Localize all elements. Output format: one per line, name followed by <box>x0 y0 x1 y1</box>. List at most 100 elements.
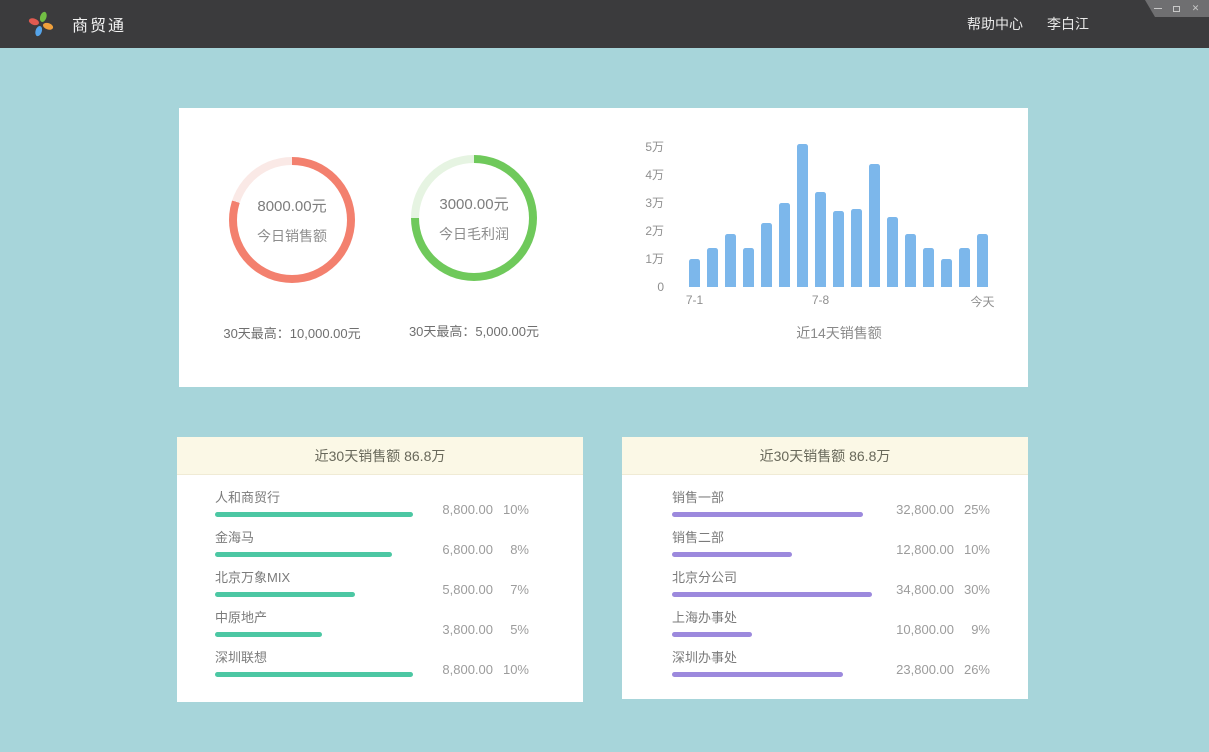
rank-row: 北京分公司34,800.0030% <box>622 570 1028 597</box>
rank-item-percent: 10% <box>493 663 529 677</box>
y-axis-tick-label: 1万 <box>634 251 664 267</box>
rank-item-name: 深圳联想 <box>215 650 421 665</box>
rank-item-bar <box>672 552 792 557</box>
today-profit-donut-block: 3000.00元 今日毛利润 30天最高：5,000.00元 <box>381 155 567 340</box>
sales-14d-bar-chart: 5万4万3万2万1万0 7-17-8今天 近14天销售额 <box>634 133 1014 363</box>
rank-item-amount: 5,800.00 <box>421 583 493 597</box>
minimize-icon <box>1154 8 1162 9</box>
rank-item-bar <box>672 512 863 517</box>
minimize-button[interactable] <box>1152 3 1163 14</box>
today-sales-value: 8000.00元 <box>257 195 326 216</box>
rank-item-bar <box>215 672 413 677</box>
rank-item-amount: 8,800.00 <box>421 503 493 517</box>
rank-item-name: 深圳办事处 <box>672 650 882 665</box>
rank-card-header: 近30天销售额 86.8万 <box>622 437 1028 475</box>
today-sales-donut-center: 8000.00元 今日销售额 <box>229 157 355 283</box>
chart-bar <box>869 164 880 287</box>
customer-sales-rank-card: 近30天销售额 86.8万 人和商贸行8,800.0010%金海马6,800.0… <box>177 437 583 702</box>
today-overview-card: 8000.00元 今日销售额 30天最高：10,000.00元 3000.00元… <box>179 108 1028 387</box>
rank-item-percent: 25% <box>954 503 990 517</box>
rank-item-name: 人和商贸行 <box>215 490 421 505</box>
chart-x-axis: 7-17-8今天 <box>689 293 989 309</box>
x-axis-tick-label: 7-8 <box>812 293 829 307</box>
rank-item-bar <box>215 512 413 517</box>
y-axis-tick-label: 0 <box>634 279 664 295</box>
rank-row: 人和商贸行8,800.0010% <box>177 490 583 517</box>
rank-item-amount: 6,800.00 <box>421 543 493 557</box>
today-profit-donut-center: 3000.00元 今日毛利润 <box>411 155 537 281</box>
rank-item-name: 北京万象MIX <box>215 570 421 585</box>
rank-card-header: 近30天销售额 86.8万 <box>177 437 583 475</box>
rank-row: 上海办事处10,800.009% <box>622 610 1028 637</box>
brand: 商贸通 <box>0 10 126 38</box>
rank-item-amount: 10,800.00 <box>882 623 954 637</box>
chart-title: 近14天销售额 <box>689 323 989 343</box>
rank-card-title: 近30天销售额 86.8万 <box>760 446 891 466</box>
chart-bar <box>779 203 790 287</box>
help-center-link[interactable]: 帮助中心 <box>967 14 1023 34</box>
app-window: { "titlebar": { "app_title": "商贸通", "hel… <box>0 0 1209 752</box>
today-sales-label: 今日销售额 <box>257 226 327 246</box>
rank-item-name: 销售一部 <box>672 490 882 505</box>
rank-item-name: 北京分公司 <box>672 570 882 585</box>
rank-item-percent: 9% <box>954 623 990 637</box>
rank-item-percent: 10% <box>493 503 529 517</box>
rank-item-percent: 8% <box>493 543 529 557</box>
rank-item-percent: 5% <box>493 623 529 637</box>
app-title: 商贸通 <box>72 12 126 36</box>
profit-30d-max-label: 30天最高：5,000.00元 <box>381 321 567 340</box>
rank-row: 销售二部12,800.0010% <box>622 530 1028 557</box>
chart-bar <box>833 211 844 287</box>
rank-item-percent: 10% <box>954 543 990 557</box>
chart-bar <box>941 259 952 287</box>
rank-item-bar <box>215 552 392 557</box>
rank-item-bar <box>215 632 322 637</box>
today-profit-donut-ring: 3000.00元 今日毛利润 <box>411 155 537 281</box>
sales-30d-max-label: 30天最高：10,000.00元 <box>199 323 385 342</box>
rank-row: 北京万象MIX5,800.007% <box>177 570 583 597</box>
chart-bar <box>815 192 826 287</box>
titlebar: 商贸通 帮助中心 李白江 ✕ <box>0 0 1209 48</box>
today-sales-donut-ring: 8000.00元 今日销售额 <box>229 157 355 283</box>
maximize-icon <box>1173 6 1180 12</box>
chart-bar <box>797 144 808 287</box>
rank-item-bar <box>215 592 355 597</box>
y-axis-tick-label: 3万 <box>634 195 664 211</box>
rank-item-percent: 26% <box>954 663 990 677</box>
rank-row: 深圳办事处23,800.0026% <box>622 650 1028 677</box>
chart-bar <box>761 223 772 287</box>
x-axis-tick-label: 7-1 <box>686 293 703 307</box>
rank-list: 销售一部32,800.0025%销售二部12,800.0010%北京分公司34,… <box>622 475 1028 677</box>
rank-list: 人和商贸行8,800.0010%金海马6,800.008%北京万象MIX5,80… <box>177 475 583 677</box>
chart-bar <box>959 248 970 287</box>
rank-item-bar <box>672 592 872 597</box>
maximize-button[interactable] <box>1171 3 1182 14</box>
y-axis-tick-label: 4万 <box>634 167 664 183</box>
rank-item-bar <box>672 672 843 677</box>
rank-item-bar <box>672 632 752 637</box>
chart-bar <box>725 234 736 287</box>
rank-item-amount: 34,800.00 <box>882 583 954 597</box>
rank-row: 中原地产3,800.005% <box>177 610 583 637</box>
rank-item-amount: 12,800.00 <box>882 543 954 557</box>
chart-y-axis: 5万4万3万2万1万0 <box>634 133 664 287</box>
rank-row: 深圳联想8,800.0010% <box>177 650 583 677</box>
chart-bar <box>851 209 862 287</box>
chart-bar <box>977 234 988 287</box>
chart-bar <box>689 259 700 287</box>
titlebar-menu: 帮助中心 李白江 <box>967 14 1209 34</box>
x-axis-tick-label: 今天 <box>970 293 994 310</box>
rank-item-percent: 7% <box>493 583 529 597</box>
rank-item-percent: 30% <box>954 583 990 597</box>
department-sales-rank-card: 近30天销售额 86.8万 销售一部32,800.0025%销售二部12,800… <box>622 437 1028 699</box>
chart-bar <box>743 248 754 287</box>
chart-bar <box>887 217 898 287</box>
current-user-link[interactable]: 李白江 <box>1047 14 1089 34</box>
window-controls: ✕ <box>1145 0 1209 17</box>
close-button[interactable]: ✕ <box>1190 3 1201 14</box>
rank-item-name: 上海办事处 <box>672 610 882 625</box>
rank-row: 金海马6,800.008% <box>177 530 583 557</box>
rank-item-name: 金海马 <box>215 530 421 545</box>
today-sales-donut-block: 8000.00元 今日销售额 30天最高：10,000.00元 <box>199 157 385 342</box>
rank-item-amount: 23,800.00 <box>882 663 954 677</box>
